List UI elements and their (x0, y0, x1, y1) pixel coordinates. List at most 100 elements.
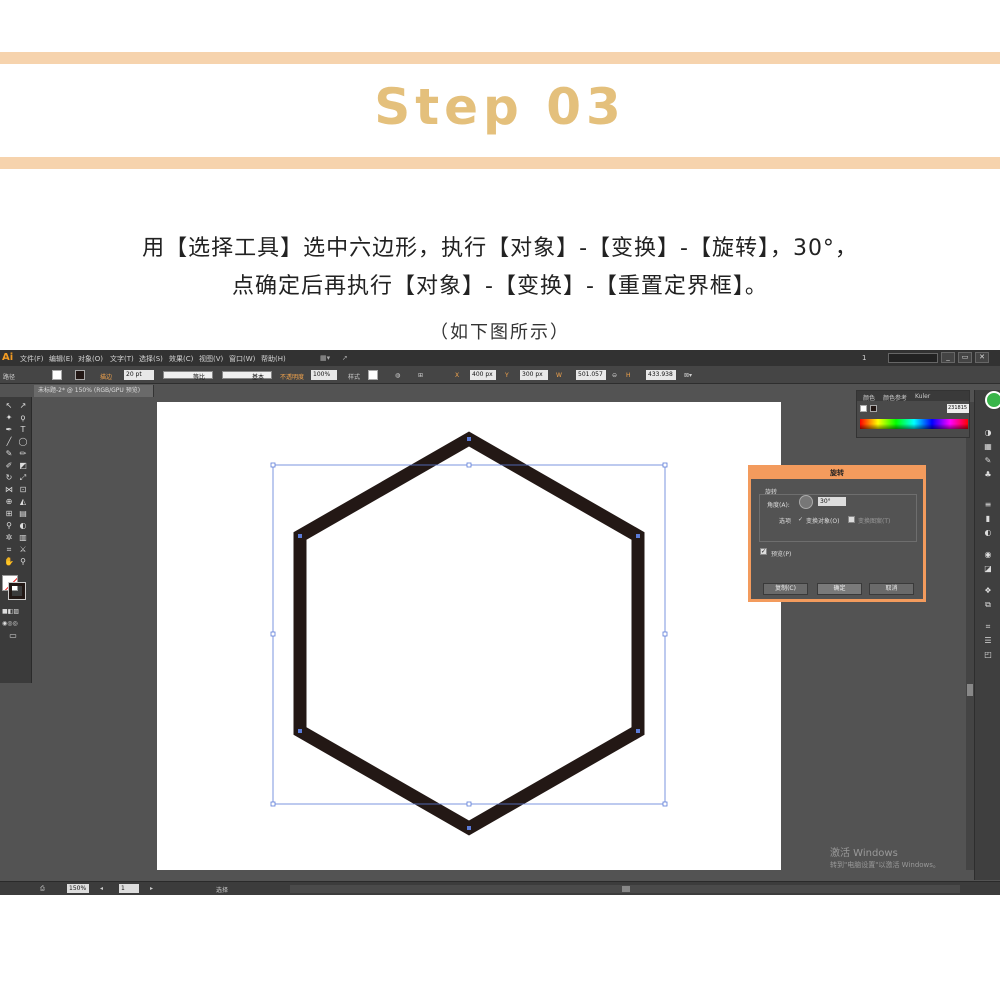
print-icon[interactable]: ⎙ (40, 885, 45, 893)
menu-edit[interactable]: 编辑(E) (49, 354, 73, 364)
menu-file[interactable]: 文件(F) (20, 354, 44, 364)
search-input[interactable] (888, 353, 938, 363)
eyedropper-icon[interactable]: ⚲ (4, 521, 14, 530)
eraser-tool-icon[interactable]: ◩ (18, 461, 28, 470)
artboards-panel-icon[interactable]: ⧉ (983, 600, 993, 609)
gpu-rocket-icon[interactable]: ➚ (342, 354, 348, 362)
screen-mode-icon[interactable]: ▭ (8, 631, 18, 640)
graphic-styles-icon[interactable]: ◪ (983, 564, 993, 573)
artboard-number-field[interactable]: 1 (119, 884, 139, 893)
recolor-icon[interactable]: ◍ (395, 372, 400, 379)
column-graph-icon[interactable]: ▥ (18, 533, 28, 542)
next-artboard-icon[interactable]: ▸ (150, 885, 153, 892)
zoom-tool-icon[interactable]: ⚲ (18, 557, 28, 566)
color-mode-icon[interactable]: ■◧▨ (2, 607, 19, 616)
transform-objects-checkbox[interactable]: 变换对象(O) (806, 516, 839, 525)
drawing-mode-icon[interactable]: ◉◎◎ (2, 619, 18, 628)
line-tool-icon[interactable]: ╱ (4, 437, 14, 446)
height-field[interactable]: 433.938 (646, 370, 676, 380)
angle-input[interactable]: 30° (818, 497, 846, 506)
transform-panel-icon[interactable]: ⌗ (983, 622, 993, 631)
close-button[interactable]: ✕ (975, 352, 989, 363)
prev-artboard-icon[interactable]: ◂ (100, 885, 103, 892)
align-panel-icon[interactable]: ☰ (983, 636, 993, 645)
pen-tool-icon[interactable]: ✒ (4, 425, 14, 434)
cancel-button[interactable]: 取消 (869, 583, 914, 595)
menu-effect[interactable]: 效果(C) (169, 354, 193, 364)
menu-object[interactable]: 对象(O) (78, 354, 103, 364)
tab-color[interactable]: 颜色 (863, 393, 875, 402)
ok-button[interactable]: 确定 (817, 583, 862, 595)
vertical-scroll-thumb[interactable] (967, 684, 973, 696)
brush-definition[interactable] (222, 371, 272, 379)
zoom-field[interactable]: 150% (67, 884, 89, 893)
opacity-label[interactable]: 不透明度 (280, 372, 304, 381)
gradient-tool-icon[interactable]: ▤ (18, 509, 28, 518)
maximize-button[interactable]: ▭ (958, 352, 972, 363)
width-tool-icon[interactable]: ⋈ (4, 485, 14, 494)
stroke-panel-icon[interactable]: ≡ (983, 500, 993, 509)
document-tab[interactable]: 未标题-2* @ 150% (RGB/GPU 预览) (34, 385, 154, 397)
artboard[interactable] (157, 402, 781, 870)
lasso-tool-icon[interactable]: ϙ (18, 413, 28, 422)
anchor-points[interactable] (298, 437, 640, 830)
pathfinder-icon[interactable]: ◰ (983, 650, 993, 659)
stroke-weight-field[interactable]: 20 pt (124, 370, 154, 380)
artboard-tool-icon[interactable]: ⌗ (4, 545, 14, 554)
symbols-icon[interactable]: ♣ (983, 470, 993, 479)
x-position-field[interactable]: 400 px (470, 370, 496, 380)
transparency-icon[interactable]: ◐ (983, 528, 993, 537)
preview-checkbox[interactable]: ✓ (760, 548, 767, 555)
ellipse-tool-icon[interactable]: ◯ (18, 437, 28, 446)
stroke-label[interactable]: 描边 (100, 372, 112, 381)
pencil-tool-icon[interactable]: ✏ (18, 449, 28, 458)
paintbrush-tool-icon[interactable]: ✎ (4, 449, 14, 458)
tab-kuler[interactable]: Kuler (915, 393, 930, 400)
graphic-style-swatch[interactable] (368, 370, 378, 380)
stroke-swatch[interactable] (75, 370, 85, 380)
brushes-icon[interactable]: ✎ (983, 456, 993, 465)
hand-tool-icon[interactable]: ✋ (4, 557, 14, 566)
opacity-field[interactable]: 100% (311, 370, 337, 380)
menu-help[interactable]: 帮助(H) (261, 354, 286, 364)
appearance-icon[interactable]: ◉ (983, 550, 993, 559)
mesh-tool-icon[interactable]: ⊞ (4, 509, 14, 518)
stroke-color-indicator[interactable] (8, 582, 26, 600)
menu-window[interactable]: 窗口(W) (229, 354, 255, 364)
gradient-panel-icon[interactable]: ▮ (983, 514, 993, 523)
none-swatch[interactable] (860, 405, 867, 412)
free-transform-icon[interactable]: ⊡ (18, 485, 28, 494)
constrain-proportions-icon[interactable]: ⊖ (612, 372, 617, 379)
copy-button[interactable]: 复制(C) (763, 583, 808, 595)
vertical-scrollbar[interactable] (966, 402, 974, 870)
arrange-documents-icon[interactable]: ▦▾ (320, 354, 330, 362)
tab-color-guide[interactable]: 颜色参考 (883, 393, 907, 402)
transform-icon[interactable]: ⊠▾ (684, 372, 692, 379)
y-position-field[interactable]: 300 px (520, 370, 548, 380)
magic-wand-icon[interactable]: ✦ (4, 413, 14, 422)
blob-brush-icon[interactable]: ✐ (4, 461, 14, 470)
variable-width-profile[interactable] (163, 371, 213, 379)
scale-tool-icon[interactable]: ⤢ (18, 473, 28, 482)
direct-selection-tool-icon[interactable]: ↗ (18, 401, 28, 410)
minimize-button[interactable]: _ (941, 352, 955, 363)
blend-tool-icon[interactable]: ◐ (18, 521, 28, 530)
hexagon-shape[interactable] (293, 431, 645, 836)
menu-select[interactable]: 选择(S) (139, 354, 163, 364)
slice-tool-icon[interactable]: ⚔ (18, 545, 28, 554)
color-panel-icon[interactable]: ◑ (983, 428, 993, 437)
menu-type[interactable]: 文字(T) (110, 354, 134, 364)
horizontal-scrollbar[interactable] (290, 885, 960, 893)
fill-swatch[interactable] (52, 370, 62, 380)
symbol-sprayer-icon[interactable]: ✲ (4, 533, 14, 542)
color-spectrum[interactable] (860, 419, 968, 429)
type-tool-icon[interactable]: T (18, 425, 28, 434)
angle-dial-icon[interactable] (799, 495, 813, 509)
transform-patterns-checkbox[interactable] (848, 516, 855, 523)
hex-color-field[interactable]: 231815 (947, 404, 969, 413)
horizontal-scroll-thumb[interactable] (622, 886, 630, 892)
swatches-icon[interactable]: ▦ (983, 442, 993, 451)
shape-builder-icon[interactable]: ⊕ (4, 497, 14, 506)
rotate-tool-icon[interactable]: ↻ (4, 473, 14, 482)
width-field[interactable]: 501.057 (576, 370, 606, 380)
